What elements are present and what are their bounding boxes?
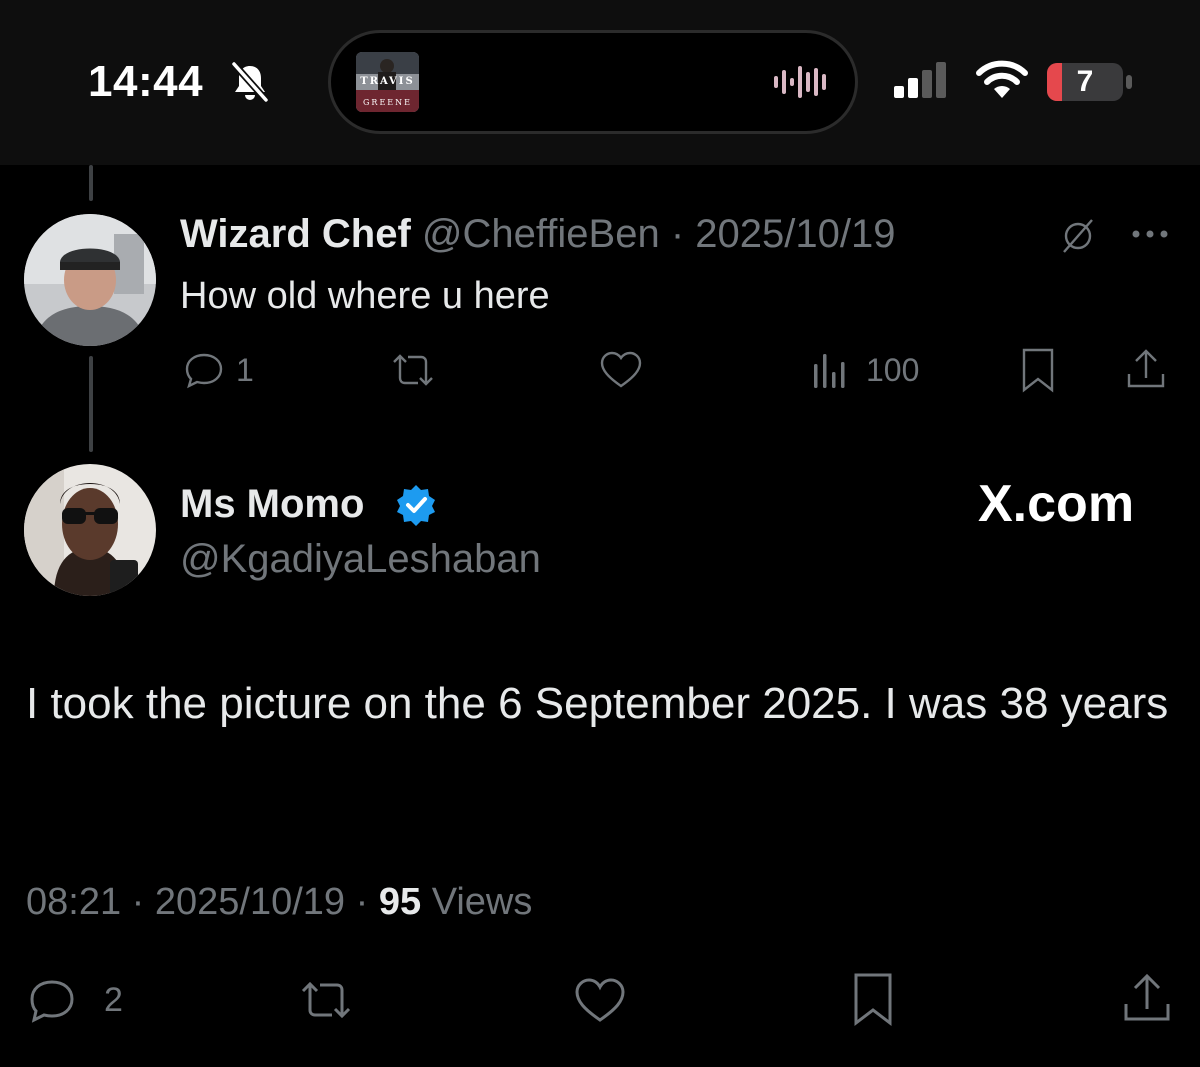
share-icon[interactable]: [1120, 970, 1174, 1026]
thread-connector: [89, 356, 93, 452]
reply-icon[interactable]: [26, 974, 78, 1026]
user-handle[interactable]: @KgadiyaLeshaban: [180, 534, 541, 584]
status-time: 14:44: [88, 57, 204, 106]
bookmark-icon[interactable]: [846, 970, 900, 1028]
waveform-icon[interactable]: [772, 64, 834, 100]
reply-count: 2: [104, 981, 123, 1019]
avatar-ms-momo[interactable]: [24, 464, 156, 596]
tweet-time[interactable]: 08:21: [26, 881, 121, 923]
album-art-title: TRAVIS: [360, 76, 415, 87]
display-name[interactable]: Ms Momo: [180, 482, 364, 526]
main-tweet-text: I took the picture on the 6 September 20…: [26, 679, 1169, 728]
retweet-icon[interactable]: [296, 974, 356, 1026]
thread-connector-top: [89, 165, 93, 201]
display-name[interactable]: Wizard Chef: [180, 212, 411, 256]
cellular-signal-icon: [890, 58, 952, 102]
more-options-icon[interactable]: [1128, 222, 1172, 246]
x-com-watermark: X.com: [978, 475, 1135, 533]
separator-dot: ·: [355, 881, 369, 923]
avatar-wizard-chef[interactable]: [24, 214, 156, 346]
wifi-icon: [974, 58, 1030, 102]
bookmark-icon[interactable]: [1016, 346, 1060, 394]
bell-slash-icon: [228, 60, 272, 104]
reply-count: 1: [236, 352, 254, 388]
share-icon[interactable]: [1124, 346, 1168, 392]
views-icon[interactable]: [810, 350, 850, 390]
separator-dot: ·: [131, 881, 145, 923]
now-playing-album-art[interactable]: TRAVIS GREENE: [356, 52, 419, 112]
like-icon[interactable]: [598, 348, 644, 392]
battery-icon: 7: [1046, 62, 1136, 102]
battery-level: 7: [1076, 65, 1094, 98]
separator-dot: ·: [670, 212, 685, 256]
reply-tweet-text: How old where u here: [180, 275, 550, 317]
view-count: 95: [378, 881, 422, 923]
tweet-date[interactable]: 2025/10/19: [155, 881, 345, 923]
views-count: 100: [866, 352, 920, 388]
album-art-subtitle: GREENE: [363, 98, 412, 107]
main-tweet-header: Ms Momo: [180, 480, 364, 528]
reply-icon[interactable]: [182, 348, 226, 392]
user-handle[interactable]: @CheffieBen: [422, 212, 660, 256]
reply-tweet-header: Wizard Chef @CheffieBen · 2025/10/19: [180, 210, 895, 258]
tweet-date[interactable]: 2025/10/19: [695, 212, 895, 256]
verified-badge-icon[interactable]: [394, 483, 438, 527]
tweet-meta: 08:21 · 2025/10/19 · 95 Views: [26, 876, 532, 928]
views-label[interactable]: Views: [432, 881, 533, 923]
like-icon[interactable]: [572, 974, 628, 1026]
retweet-icon[interactable]: [388, 348, 438, 392]
grok-icon[interactable]: [1056, 214, 1100, 258]
